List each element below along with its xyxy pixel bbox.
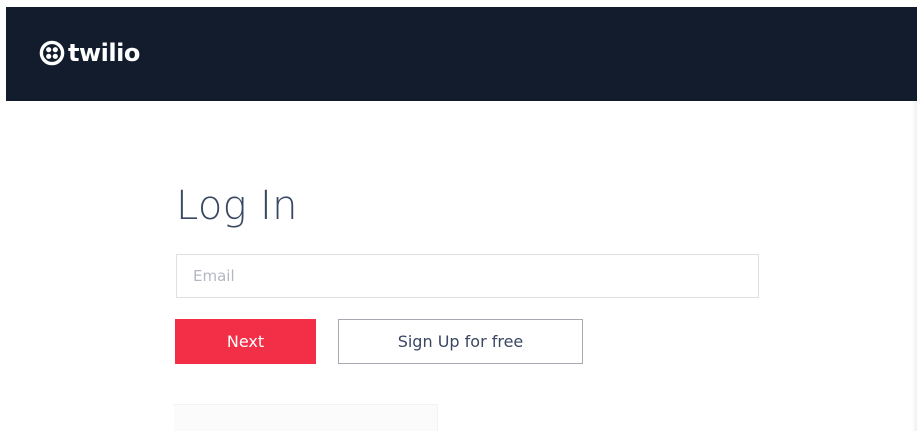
email-field[interactable] [176,254,759,298]
brand-name: twilio [68,39,140,67]
twilio-logo-icon [39,40,65,66]
next-button[interactable]: Next [175,319,316,364]
sign-up-button[interactable]: Sign Up for free [338,319,583,364]
login-page: twilio Log In Next Sign Up for free [0,0,917,431]
secondary-panel [174,404,438,431]
twilio-logo[interactable]: twilio [39,39,140,67]
page-title: Log In [176,183,298,229]
page-edge-shadow [912,101,917,431]
top-navbar: twilio [6,7,917,101]
